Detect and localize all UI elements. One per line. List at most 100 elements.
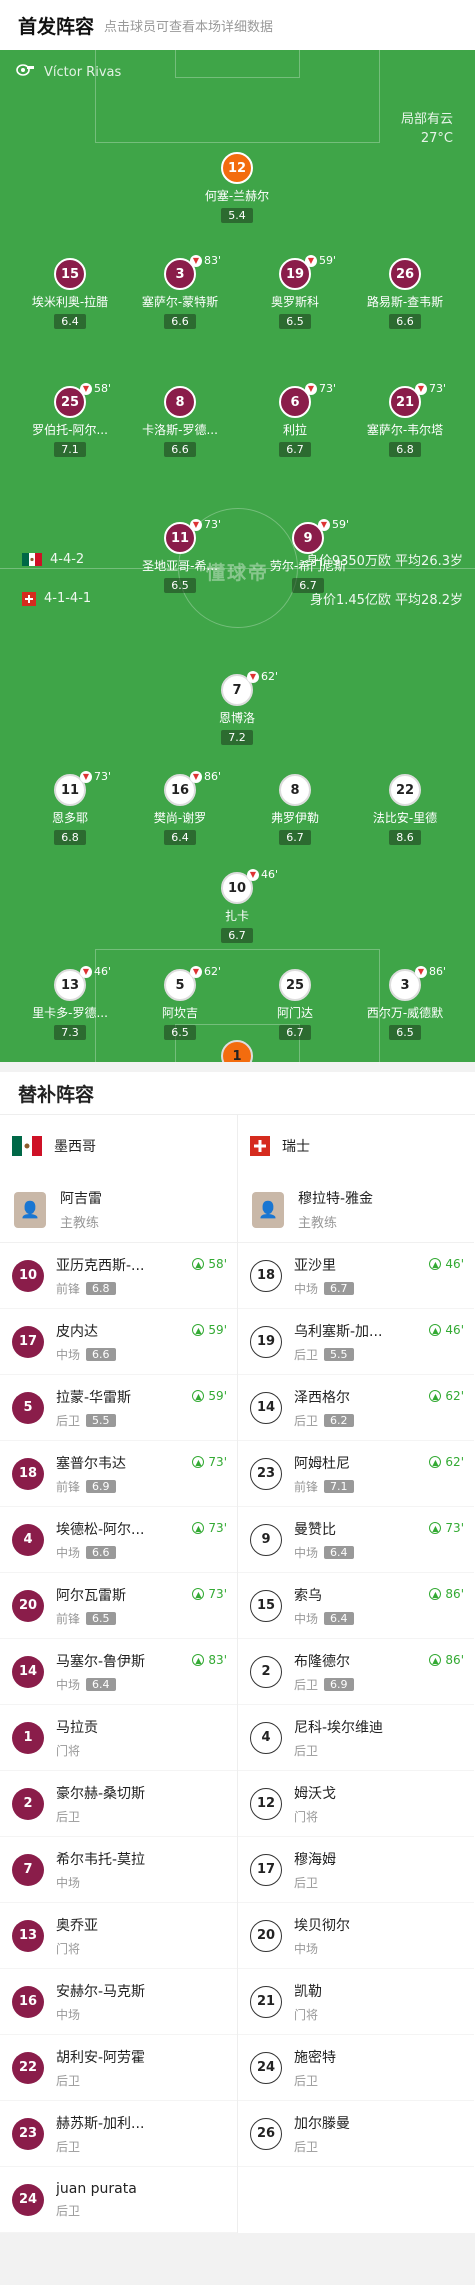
- sub-player-row[interactable]: 4 埃德松-阿尔... 中场 6.6 ▲ 73': [0, 1507, 237, 1573]
- sub-player-row[interactable]: 13 奥乔亚 门将: [0, 1903, 237, 1969]
- sub-player-row[interactable]: 19 乌利塞斯-加... 后卫 5.5 ▲ 46': [238, 1309, 474, 1375]
- player-marker: 25: [279, 969, 311, 1001]
- sub-player-row[interactable]: 7 希尔韦托-莫拉 中场: [0, 1837, 237, 1903]
- sub-player-row[interactable]: 17 穆海姆 后卫: [238, 1837, 474, 1903]
- pitch-player[interactable]: 6 ▼ 73' 利拉 6.7: [245, 382, 345, 457]
- player-marker: 19 ▼ 59': [279, 254, 336, 290]
- pitch-player[interactable]: 5 ▼ 62' 阿坎吉 6.5: [130, 965, 230, 1040]
- sub-player-number: 7: [12, 1853, 44, 1886]
- sub-player-name: 亚沙里: [294, 1257, 336, 1274]
- pitch-player[interactable]: 1科贝尔6.4: [187, 1040, 287, 1062]
- pitch-player[interactable]: 3 ▼ 86' 西尔万-威德默 6.5: [355, 965, 455, 1040]
- sub-player-row[interactable]: 26 加尔滕曼 后卫: [238, 2101, 474, 2167]
- pitch-player[interactable]: 25 ▼ 58' 罗伯托-阿尔... 7.1: [20, 382, 120, 457]
- pitch-player[interactable]: 19 ▼ 59' 奥罗斯科 6.5: [245, 254, 345, 329]
- sub-player-position: 门将: [294, 1809, 319, 1824]
- pitch-player[interactable]: 11 ▼ 73' 恩多耶 6.8: [20, 770, 120, 845]
- sub-player-row[interactable]: 14 泽西格尔 后卫 6.2 ▲ 62': [238, 1375, 474, 1441]
- mexico-subs-column: 墨西哥 👤 阿吉雷 主教练 10 亚历克西斯-... 前锋 6.8 ▲ 58' 17 皮内达中…: [0, 1115, 237, 2233]
- sub-player-row[interactable]: 14 马塞尔-鲁伊斯 中场 6.4 ▲ 83': [0, 1639, 237, 1705]
- sub-player-row[interactable]: 1 马拉贡 门将: [0, 1705, 237, 1771]
- player-event: ▼ 73': [190, 518, 221, 531]
- player-marker: 8: [164, 386, 196, 418]
- pitch-player[interactable]: 15 埃米利奥-拉腊 6.4: [20, 258, 120, 329]
- sub-player-row[interactable]: 20 埃贝彻尔 中场: [238, 1903, 474, 1969]
- player-rating: 6.5: [164, 1025, 196, 1040]
- pitch-player[interactable]: 8 卡洛斯-罗德... 6.6: [130, 386, 230, 457]
- sub-player-rating: 6.9: [86, 1479, 116, 1493]
- pitch-player[interactable]: 16 ▼ 86' 樊尚-谢罗 6.4: [130, 770, 230, 845]
- sub-player-name: 泽西格尔: [294, 1389, 350, 1406]
- sub-player-row[interactable]: 5 拉蒙-华雷斯 后卫 5.5 ▲ 59': [0, 1375, 237, 1441]
- sub-player-number: 4: [12, 1523, 44, 1556]
- pitch-player[interactable]: 9 ▼ 59' 劳尔-希门尼斯 6.7: [258, 518, 358, 593]
- sub-player-name: 曼赞比: [294, 1521, 336, 1538]
- sub-in-minute: 58': [208, 1257, 227, 1271]
- sub-player-row[interactable]: 24 施密特 后卫: [238, 2035, 474, 2101]
- coach-avatar: 👤: [14, 1191, 46, 1228]
- sub-out-icon: ▼: [190, 518, 202, 531]
- sub-player-name: 穆海姆: [294, 1851, 336, 1868]
- sub-player-row[interactable]: 17 皮内达 中场 6.6 ▲ 59': [0, 1309, 237, 1375]
- player-event: ▼ 58': [80, 382, 111, 395]
- sub-out-icon: ▼: [80, 770, 92, 783]
- sub-player-row[interactable]: 16 安赫尔-马克斯 中场: [0, 1969, 237, 2035]
- sub-player-row[interactable]: 22 胡利安-阿劳霍 后卫: [0, 2035, 237, 2101]
- sub-player-row[interactable]: 23 阿姆杜尼 前锋 7.1 ▲ 62': [238, 1441, 474, 1507]
- player-event: ▼ 86': [190, 770, 221, 783]
- sub-player-row[interactable]: 21 凯勒 门将: [238, 1969, 474, 2035]
- pitch-player[interactable]: 25 阿门达 6.7: [245, 969, 345, 1040]
- pitch-player[interactable]: 13 ▼ 46' 里卡多-罗德... 7.3: [20, 965, 120, 1040]
- sub-player-row[interactable]: 10 亚历克西斯-... 前锋 6.8 ▲ 58': [0, 1243, 237, 1309]
- sub-player-name: 皮内达: [56, 1323, 98, 1340]
- sub-player-row[interactable]: 18 亚沙里 中场 6.7 ▲ 46': [238, 1243, 474, 1309]
- sub-player-position: 中场: [294, 1281, 319, 1296]
- pitch-player[interactable]: 7 ▼ 62' 恩博洛 7.2: [187, 670, 287, 745]
- pitch-player[interactable]: 21 ▼ 73' 塞萨尔-韦尔塔 6.8: [355, 382, 455, 457]
- coach-avatar: 👤: [252, 1191, 284, 1228]
- sub-player-position: 后卫: [294, 1875, 319, 1890]
- sub-in-event: ▲ 86': [429, 1653, 464, 1667]
- sub-player-number: 20: [12, 1589, 44, 1622]
- pitch-player[interactable]: 11 ▼ 73' 圣地亚哥-希... 6.5: [130, 518, 230, 593]
- pitch-player[interactable]: 3 ▼ 83' 塞萨尔-蒙特斯 6.6: [130, 254, 230, 329]
- pitch-player[interactable]: 12 何塞-兰赫尔 5.4: [187, 152, 287, 223]
- pitch-player[interactable]: 10 ▼ 46' 扎卡 6.7: [187, 868, 287, 943]
- sub-in-minute: 73': [208, 1455, 227, 1469]
- sub-player-row[interactable]: 4 尼科-埃尔维迪 后卫: [238, 1705, 474, 1771]
- sub-player-row[interactable]: 9 曼赞比 中场 6.4 ▲ 73': [238, 1507, 474, 1573]
- sub-player-name: 安赫尔-马克斯: [56, 1983, 146, 2000]
- player-name: 劳尔-希门尼斯: [269, 559, 347, 573]
- pitch-player[interactable]: 22 法比安-里德 8.6: [355, 774, 455, 845]
- sub-in-icon: ▲: [429, 1456, 442, 1468]
- sub-player-row[interactable]: 12 姆沃戈 门将: [238, 1771, 474, 1837]
- sub-player-name: 奥乔亚: [56, 1917, 98, 1934]
- pitch-player[interactable]: 8 弗罗伊勒 6.7: [245, 774, 345, 845]
- sub-player-name: 布隆德尔: [294, 1653, 350, 1670]
- sub-player-rating: 6.9: [324, 1677, 354, 1691]
- player-marker: 9 ▼ 59': [292, 518, 349, 554]
- sub-in-event: ▲ 73': [429, 1521, 464, 1535]
- sub-player-name: 姆沃戈: [294, 1785, 336, 1802]
- player-rating: 6.5: [164, 578, 196, 593]
- sub-player-row[interactable]: 2 布隆德尔 后卫 6.9 ▲ 86': [238, 1639, 474, 1705]
- player-rating: 7.3: [54, 1025, 86, 1040]
- coach-role: 主教练: [298, 1216, 338, 1231]
- sub-in-icon: ▲: [192, 1390, 205, 1402]
- mexico-coach[interactable]: 👤 阿吉雷 主教练: [0, 1177, 237, 1243]
- pitch-player[interactable]: 26 路易斯-查韦斯 6.6: [355, 258, 455, 329]
- sub-player-position: 后卫: [56, 2073, 81, 2088]
- sub-player-position: 中场: [294, 1941, 319, 1956]
- sub-player-row[interactable]: 15 索乌 中场 6.4 ▲ 86': [238, 1573, 474, 1639]
- sub-player-position: 中场: [56, 1875, 81, 1890]
- sub-player-row[interactable]: 2 豪尔赫-桑切斯 后卫: [0, 1771, 237, 1837]
- switzerland-coach[interactable]: 👤 穆拉特-雅金 主教练: [238, 1177, 474, 1243]
- sub-player-row[interactable]: 24 juan purata 后卫: [0, 2167, 237, 2233]
- sub-player-row[interactable]: 20 阿尔瓦雷斯 前锋 6.5 ▲ 73': [0, 1573, 237, 1639]
- sub-player-row[interactable]: 23 赫苏斯-加利... 后卫: [0, 2101, 237, 2167]
- sub-in-minute: 62': [445, 1455, 464, 1469]
- player-name: 罗伯托-阿尔...: [32, 423, 108, 437]
- player-event: ▼ 73': [80, 770, 111, 783]
- sub-player-row[interactable]: 18 塞普尔韦达 前锋 6.9 ▲ 73': [0, 1441, 237, 1507]
- mexico-team-name: 墨西哥: [54, 1139, 96, 1155]
